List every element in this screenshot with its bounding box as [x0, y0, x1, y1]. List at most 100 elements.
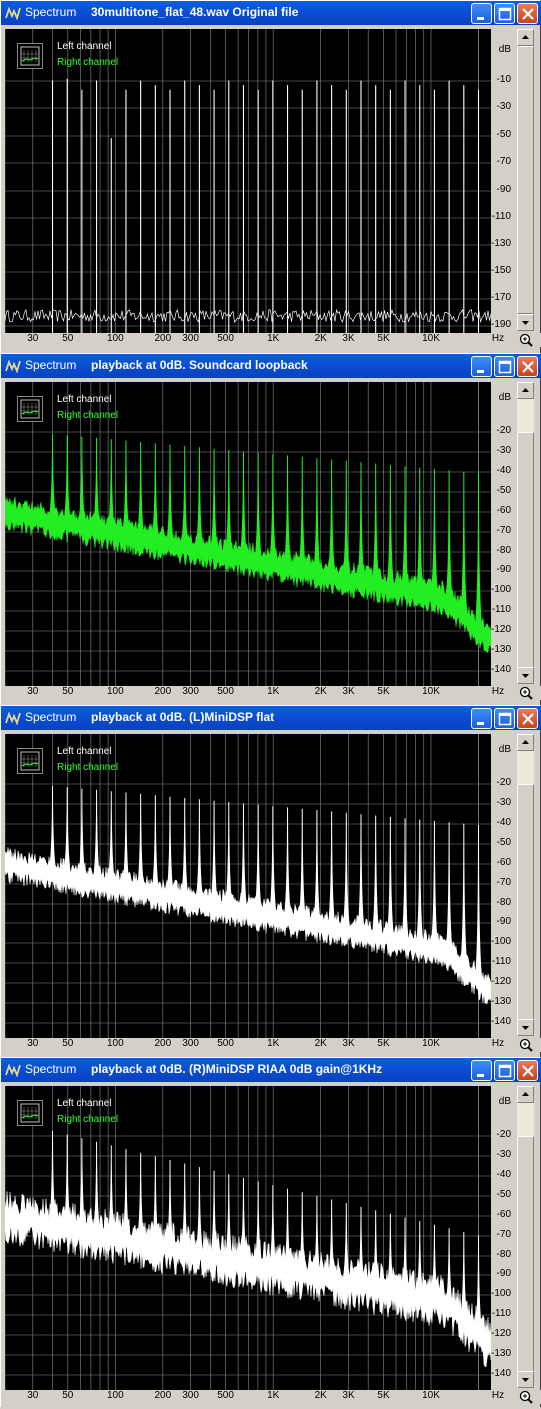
y-tick-label: -30 — [496, 1149, 511, 1160]
x-tick-label: 1K — [267, 333, 280, 344]
vertical-scrollbar[interactable] — [517, 1086, 534, 1388]
y-tick-label: -120 — [490, 1328, 511, 1339]
app-name: Spectrum — [25, 5, 77, 19]
x-tick-label: 10K — [422, 686, 440, 697]
tone-peak — [209, 800, 219, 906]
x-tick-label: 500 — [217, 686, 234, 697]
zoom-icon[interactable] — [519, 333, 533, 347]
scroll-down-arrow-icon[interactable] — [517, 1019, 534, 1036]
legend-right-channel: Right channel — [57, 1114, 119, 1125]
spectrum-plot-svg — [4, 1086, 492, 1390]
spectrum-plot[interactable] — [4, 1086, 492, 1390]
scroll-thumb[interactable] — [517, 432, 534, 676]
y-tick-label: -150 — [490, 265, 511, 276]
x-tick-label: 200 — [154, 333, 172, 344]
legend-left-channel: Left channel — [57, 394, 112, 405]
x-tick-label: 3K — [342, 686, 355, 697]
spectrum-plot[interactable] — [4, 734, 492, 1038]
spectrum-window-minidsp-riaa: Spectrum playback at 0dB. (R)MiniDSP RIAA… — [0, 1057, 541, 1407]
y-tick-label: -190 — [490, 319, 511, 330]
minimize-button[interactable] — [471, 3, 492, 24]
vertical-scrollbar[interactable] — [517, 29, 534, 331]
vertical-scrollbar[interactable] — [517, 382, 534, 684]
y-tick-label: -120 — [490, 976, 511, 987]
y-tick-label: dB — [498, 1096, 511, 1107]
maximize-button[interactable] — [494, 708, 515, 729]
x-tick-label: 1K — [267, 1038, 280, 1049]
y-tick-label: -70 — [496, 1229, 511, 1240]
legend-icon[interactable] — [17, 396, 43, 422]
tone-peak — [150, 795, 160, 895]
y-tick-label: -90 — [496, 564, 511, 575]
tone-peak — [429, 820, 439, 949]
tone-peak — [150, 443, 160, 543]
y-tick-label: -30 — [496, 445, 511, 456]
x-tick-label: 10K — [422, 333, 440, 344]
zoom-icon[interactable] — [519, 1390, 533, 1404]
scroll-up-arrow-icon[interactable] — [517, 734, 534, 751]
tone-peak — [62, 435, 72, 525]
minimize-button[interactable] — [471, 356, 492, 377]
minimize-button[interactable] — [471, 708, 492, 729]
close-button[interactable] — [517, 1060, 538, 1081]
x-tick-label: 100 — [106, 1038, 124, 1049]
minimize-button[interactable] — [471, 1060, 492, 1081]
spectrum-plot[interactable] — [4, 382, 492, 686]
x-tick-label: 100 — [106, 1390, 124, 1401]
spectrum-plot[interactable] — [4, 29, 492, 333]
scroll-down-arrow-icon[interactable] — [517, 314, 534, 331]
close-button[interactable] — [517, 3, 538, 24]
vertical-scrollbar[interactable] — [517, 734, 534, 1036]
x-unit-label: Hz — [491, 333, 505, 344]
maximize-button[interactable] — [494, 356, 515, 377]
tone-peak — [327, 811, 337, 929]
title-bar[interactable]: Spectrum playback at 0dB. (L)MiniDSP flat — [1, 706, 541, 730]
scroll-up-arrow-icon[interactable] — [517, 1086, 534, 1103]
y-tick-label: -90 — [496, 184, 511, 195]
scroll-thumb[interactable] — [517, 1136, 534, 1380]
scroll-up-arrow-icon[interactable] — [517, 382, 534, 399]
x-axis-labels: 30 50 100 200 300 500 1K 2K 3K 5K 10K Hz — [1, 686, 541, 700]
legend-icon[interactable] — [17, 43, 43, 69]
scroll-thumb[interactable] — [517, 46, 534, 314]
x-tick-label: 5K — [377, 1038, 390, 1049]
x-tick-label: 300 — [182, 1038, 199, 1049]
x-tick-label: 200 — [154, 1038, 172, 1049]
x-tick-label: 10K — [422, 1038, 440, 1049]
x-tick-label: 200 — [154, 1390, 172, 1401]
close-button[interactable] — [517, 708, 538, 729]
x-tick-label: 50 — [62, 1038, 74, 1049]
tone-peak — [268, 454, 278, 565]
title-bar[interactable]: Spectrum playback at 0dB. Soundcard loopb… — [1, 354, 541, 378]
legend-icon[interactable] — [17, 748, 43, 774]
scroll-thumb[interactable] — [517, 784, 534, 1028]
y-tick-label: -40 — [496, 465, 511, 476]
y-tick-label: -170 — [490, 292, 511, 303]
tone-peak — [371, 463, 381, 585]
close-button[interactable] — [517, 356, 538, 377]
y-tick-label: -30 — [496, 101, 511, 112]
y-tick-label: -90 — [496, 1268, 511, 1279]
zoom-icon[interactable] — [519, 1038, 533, 1052]
tone-peak — [268, 806, 278, 917]
title-bar[interactable]: Spectrum playback at 0dB. (R)MiniDSP RIAA… — [1, 1058, 541, 1082]
tone-peak — [400, 466, 410, 591]
spectrum-app-icon — [5, 1062, 21, 1078]
spectrum-plot-svg — [4, 734, 492, 1038]
x-tick-label: 500 — [217, 333, 234, 344]
y-tick-label: -60 — [496, 857, 511, 868]
legend-left-channel: Left channel — [57, 1098, 112, 1109]
scroll-down-arrow-icon[interactable] — [517, 1371, 534, 1388]
title-bar[interactable]: Spectrum 30multitone_flat_48.wav Original… — [1, 1, 541, 25]
maximize-button[interactable] — [494, 3, 515, 24]
legend-right-channel: Right channel — [57, 410, 119, 421]
scroll-up-arrow-icon[interactable] — [517, 29, 534, 46]
maximize-button[interactable] — [494, 1060, 515, 1081]
zoom-icon[interactable] — [519, 686, 533, 700]
legend-icon[interactable] — [17, 1100, 43, 1126]
scroll-down-arrow-icon[interactable] — [517, 667, 534, 684]
y-tick-label: -40 — [496, 1169, 511, 1180]
app-name: Spectrum — [25, 1062, 77, 1076]
tone-peak — [415, 467, 425, 594]
legend-right-channel: Right channel — [57, 762, 119, 773]
